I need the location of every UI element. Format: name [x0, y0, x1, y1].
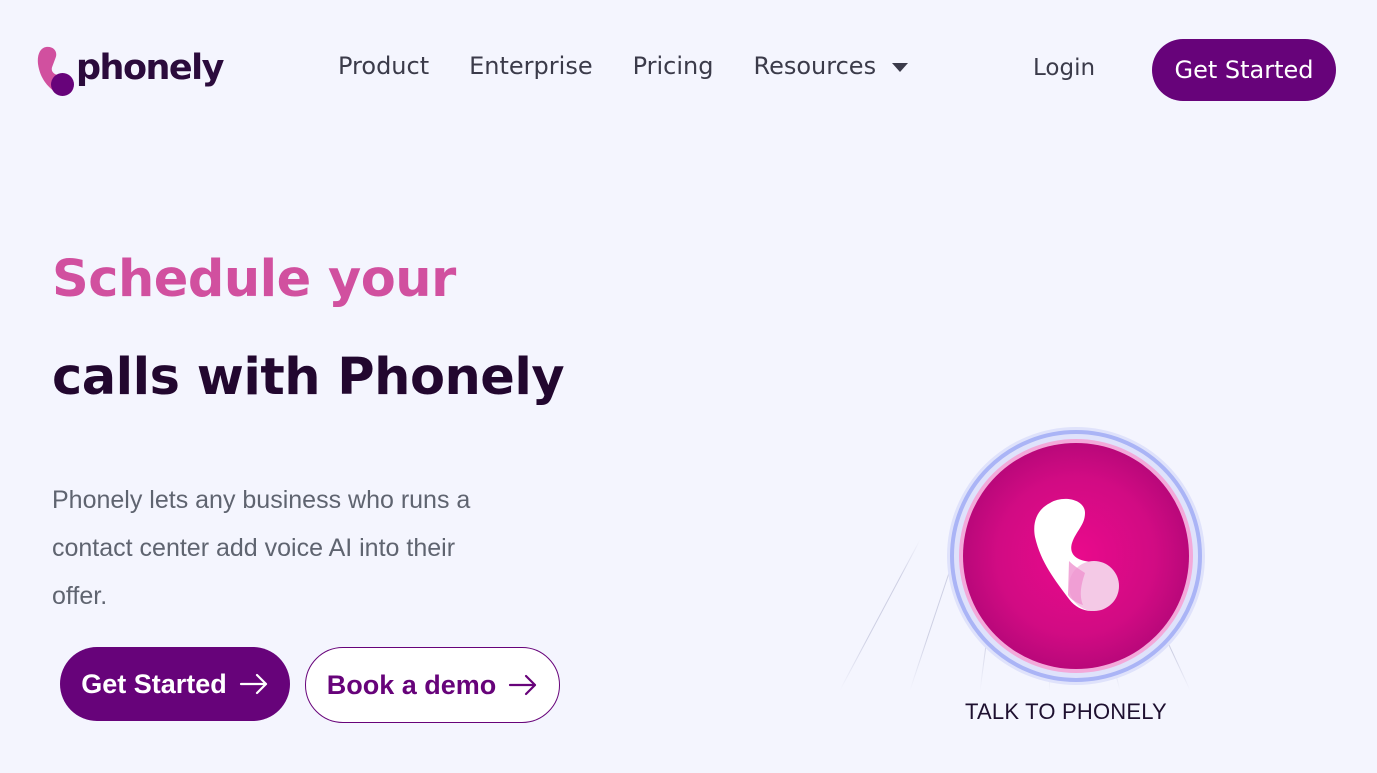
- hero-description: Phonely lets any business who runs a con…: [52, 486, 471, 610]
- main-nav: Product Enterprise Pricing Resources: [338, 52, 948, 80]
- nav-pricing[interactable]: Pricing: [633, 52, 714, 80]
- header-get-started-button[interactable]: Get Started: [1152, 39, 1336, 101]
- caret-down-icon: [892, 62, 909, 72]
- page: phonely Product Enterprise Pricing Resou…: [0, 0, 1377, 773]
- hero-get-started-label: Get Started: [81, 668, 227, 699]
- hero-rotating-text: Schedule your ​: [52, 248, 692, 348]
- book-demo-label: Book a demo: [326, 669, 497, 700]
- phonely-logo-icon: [37, 46, 74, 96]
- hero-title-next-word-ghost: ​: [52, 322, 692, 348]
- login-link[interactable]: Login: [1033, 55, 1095, 81]
- book-demo-button[interactable]: Book a demo: [305, 647, 560, 723]
- talk-to-phonely-label[interactable]: TALK TO PHONELY: [940, 699, 1192, 725]
- talk-to-phonely-button[interactable]: [945, 425, 1207, 687]
- brand-name: phonely: [76, 48, 224, 88]
- arrow-right-icon: [509, 674, 537, 696]
- hero-get-started-button[interactable]: Get Started: [60, 647, 290, 721]
- arrow-right-icon: [239, 673, 267, 695]
- phonely-logo[interactable]: phonely: [37, 46, 224, 96]
- nav-resources-label: Resources: [753, 52, 877, 80]
- hero-title-line-2: calls with Phonely: [52, 348, 565, 407]
- nav-resources[interactable]: Resources: [754, 52, 909, 80]
- hero-title-line-1: Schedule your: [52, 250, 456, 309]
- nav-enterprise[interactable]: Enterprise: [469, 52, 592, 80]
- nav-product[interactable]: Product: [338, 52, 429, 80]
